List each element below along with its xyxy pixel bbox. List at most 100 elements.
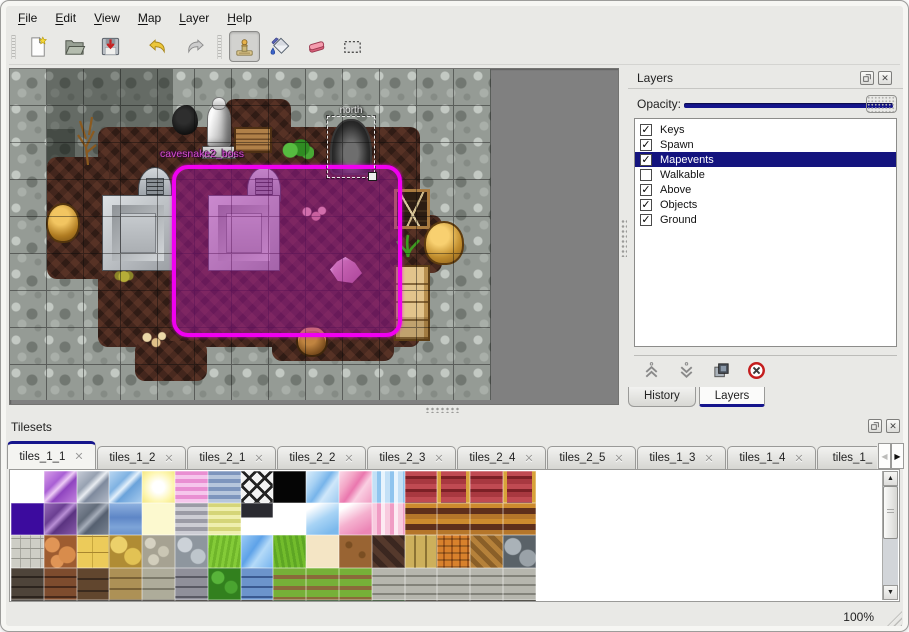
tile-dark-floor[interactable] [77, 600, 110, 602]
tile-wall-brown-brick[interactable] [44, 568, 77, 600]
layer-visibility-checkbox[interactable]: ✓ [640, 184, 652, 196]
tile-dark-floor[interactable] [44, 600, 77, 602]
save-file-button[interactable] [95, 31, 126, 62]
scroll-tabs-right-button[interactable]: ▶ [891, 443, 904, 469]
layer-row-walkable[interactable]: Walkable [635, 167, 896, 182]
tile-dark-floor[interactable] [437, 600, 470, 602]
lower-layer-button[interactable] [675, 360, 697, 382]
tile-dark-floor[interactable] [503, 600, 536, 602]
tile-stone-yellow[interactable] [109, 535, 142, 567]
tile-wall-red-gold[interactable] [437, 471, 470, 503]
tile-patch-blue[interactable] [306, 503, 339, 535]
tab-close-icon[interactable]: ✕ [164, 452, 173, 465]
float-tilesets-button[interactable] [868, 419, 882, 433]
tile-dirt-dotted[interactable] [339, 535, 372, 567]
tile-blank-white[interactable] [11, 471, 44, 503]
fill-tool-button[interactable] [265, 31, 296, 62]
tile-crystal-gray[interactable] [77, 471, 110, 503]
tile-planks-gray[interactable] [470, 568, 503, 600]
tile-grass-dirt-rows[interactable] [273, 568, 306, 600]
tileset-tab-tiles_1_2[interactable]: tiles_1_2✕ [97, 446, 186, 469]
tab-close-icon[interactable]: ✕ [794, 452, 803, 465]
tile-crystal-blue[interactable] [109, 471, 142, 503]
tile-patch-pink[interactable] [339, 503, 372, 535]
horizontal-splitter[interactable] [425, 407, 459, 413]
tab-close-icon[interactable]: ✕ [74, 450, 83, 463]
tile-blank-white[interactable] [273, 503, 306, 535]
tile-pebbles-tan[interactable] [142, 535, 175, 567]
select-rect-tool-button[interactable] [337, 31, 368, 62]
tile-hedge-green[interactable] [208, 568, 241, 600]
tile-grass-dirt-rows[interactable] [306, 568, 339, 600]
tile-wood-dark[interactable] [372, 535, 405, 567]
tab-layers[interactable]: Layers [699, 387, 766, 407]
tile-banner-pink[interactable] [372, 503, 405, 535]
tile-grass-dirt-rows[interactable] [339, 568, 372, 600]
tile-wall-gray-stone[interactable] [142, 568, 175, 600]
tile-grass-green[interactable] [273, 535, 306, 567]
close-panel-button[interactable]: ✕ [878, 71, 892, 85]
tile-dark-grass[interactable] [273, 600, 306, 602]
tile-wall-gold-brown[interactable] [503, 503, 536, 535]
tile-planks-gray[interactable] [405, 568, 438, 600]
map-canvas[interactable]: north cavesnake2_boss [10, 69, 491, 400]
tile-dark-floor[interactable] [208, 600, 241, 602]
selection-handle[interactable] [368, 172, 377, 181]
tile-wall-tan-stone[interactable] [109, 568, 142, 600]
layer-row-spawn[interactable]: ✓Spawn [635, 137, 896, 152]
menu-file[interactable]: File [11, 9, 48, 27]
tab-close-icon[interactable]: ✕ [614, 452, 623, 465]
tile-wall-red[interactable] [405, 471, 438, 503]
layer-row-keys[interactable]: ✓Keys [635, 122, 896, 137]
tile-dark-floor[interactable] [241, 600, 274, 602]
tile-planks-gray[interactable] [437, 568, 470, 600]
tileset-tab-tiles_1_1[interactable]: tiles_1_1✕ [7, 441, 96, 469]
tile-crystal-purple[interactable] [44, 471, 77, 503]
tile-round-stones[interactable] [503, 535, 536, 567]
tile-weave-orange[interactable] [437, 535, 470, 567]
tile-stripes-olive[interactable] [208, 503, 241, 535]
tile-lattice-black[interactable] [241, 471, 274, 503]
tileset-tab-tiles_1_3[interactable]: tiles_1_3✕ [637, 446, 726, 469]
eraser-tool-button[interactable] [301, 31, 332, 62]
layer-row-mapevents[interactable]: ✓Mapevents [635, 152, 896, 167]
layer-row-ground[interactable]: ✓Ground [635, 212, 896, 227]
tab-close-icon[interactable]: ✕ [254, 452, 263, 465]
tile-planks-olive[interactable] [405, 535, 438, 567]
tile-tile-yellow[interactable] [77, 535, 110, 567]
opacity-slider-handle[interactable] [866, 95, 897, 113]
scroll-down-button[interactable]: ▼ [883, 585, 898, 600]
tile-wall-darkbrown-brick[interactable] [77, 568, 110, 600]
tile-dark-grass[interactable] [339, 600, 372, 602]
stamp-tool-button[interactable] [229, 31, 260, 62]
tile-dark-floor[interactable] [470, 600, 503, 602]
tile-herringbone-wood[interactable] [470, 535, 503, 567]
tile-solid-indigo[interactable] [11, 503, 44, 535]
tile-wall-gold-brown[interactable] [470, 503, 503, 535]
tileset-tab-tiles_2_5[interactable]: tiles_2_5✕ [547, 446, 636, 469]
tile-glow-yellow[interactable] [142, 471, 175, 503]
tile-wall-red[interactable] [470, 471, 503, 503]
tile-planks-gray[interactable] [372, 568, 405, 600]
tile-crystal-darkpurple[interactable] [44, 503, 77, 535]
layer-visibility-checkbox[interactable]: ✓ [640, 199, 652, 211]
tile-wall-gray-brick[interactable] [175, 568, 208, 600]
tile-wall-blue-brick[interactable] [241, 568, 274, 600]
menu-edit[interactable]: Edit [48, 9, 87, 27]
layer-visibility-checkbox[interactable] [640, 169, 652, 181]
tab-close-icon[interactable]: ✕ [344, 452, 353, 465]
tileset-tab-tiles_2_1[interactable]: tiles_2_1✕ [187, 446, 276, 469]
tile-dark-grass[interactable] [306, 600, 339, 602]
new-file-button[interactable] [23, 31, 54, 62]
scroll-tabs-left-button[interactable]: ◀ [878, 443, 891, 469]
tile-dark-floor[interactable] [109, 600, 142, 602]
float-panel-button[interactable] [860, 71, 874, 85]
tile-streak-lightblue[interactable] [306, 471, 339, 503]
tile-stripes-pink[interactable] [175, 471, 208, 503]
layer-visibility-checkbox[interactable]: ✓ [640, 139, 652, 151]
duplicate-layer-button[interactable] [710, 360, 732, 382]
layer-row-above[interactable]: ✓Above [635, 182, 896, 197]
tile-streak-pink[interactable] [339, 471, 372, 503]
tileset-tab-tiles_2_4[interactable]: tiles_2_4✕ [457, 446, 546, 469]
tile-pale-yellow[interactable] [142, 503, 175, 535]
